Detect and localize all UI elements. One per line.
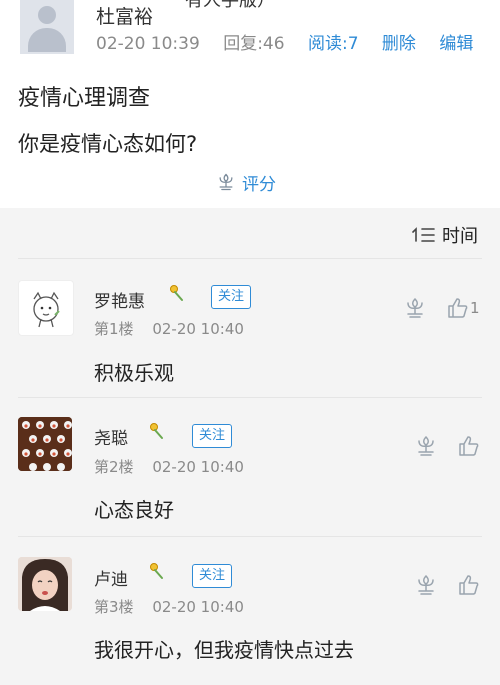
author-avatar[interactable] [20,0,74,54]
reply-author-name[interactable]: 尧聪 [94,424,128,449]
reply-floor: 第3楼 [94,598,134,616]
reply-floor: 第1楼 [94,320,134,338]
post-top-fragment: 有人手版） [185,0,275,11]
post-question: 你是疫情心态如何? [18,132,198,156]
reply-author-name[interactable]: 卢迪 [94,565,128,590]
post-card: 有人手版） 杜富裕 02-20 10:39 回复:46 阅读:7 删除 编辑 疫… [0,0,500,208]
flower-icon[interactable] [414,573,438,597]
reply-date: 02-20 10:40 [152,458,244,476]
delete-link[interactable]: 删除 [382,34,416,54]
rate-label: 评分 [242,174,276,195]
sort-toggle[interactable]: 时间 [412,222,478,248]
level-badge-icon [150,563,163,579]
avatar-head-icon [38,6,56,24]
thumbs-up-icon [459,575,479,595]
divider [18,258,482,259]
like-count: 1 [470,299,480,317]
level-badge-icon [170,285,183,301]
reply-floor: 第2楼 [94,458,134,476]
reply-date: 02-20 10:40 [152,320,244,338]
flower-icon [219,173,233,191]
read-count[interactable]: 阅读:7 [308,34,359,54]
like-button[interactable]: 1 [446,296,480,320]
sort-label: 时间 [442,226,478,247]
photo-avatar-icon [18,557,72,611]
reply-author-name[interactable]: 罗艳惠 [94,287,145,312]
sort-icon [412,227,435,242]
reply-meta: 第3楼 02-20 10:40 [94,596,258,617]
thumbs-up-icon [459,436,479,456]
reply-content: 积极乐观 [94,361,174,385]
post-meta: 02-20 10:39 回复:46 阅读:7 删除 编辑 [96,29,491,54]
flower-icon[interactable] [403,296,427,320]
reply-count: 回复:46 [223,34,285,54]
avatar[interactable] [18,417,72,471]
reply-meta: 第1楼 02-20 10:40 [94,318,258,339]
divider [18,397,482,398]
reply-item: 尧聪 关注 第2楼 02-20 10:40 心态良好 [0,405,500,545]
rate-button[interactable]: 评分 [216,170,276,195]
flower-icon[interactable] [414,434,438,458]
pattern-avatar-icon [18,417,72,471]
avatar[interactable] [18,280,74,336]
like-button[interactable] [457,573,481,597]
reply-content: 我很开心，但我疫情快点过去 [94,638,354,662]
level-badge-icon [150,423,163,439]
post-title: 疫情心理调查 [18,86,151,111]
reply-item: 卢迪 关注 第3楼 02-20 10:40 我很开心，但我疫情快点过去 [0,545,500,685]
author-name[interactable]: 杜富裕 [96,2,153,29]
divider [18,536,482,537]
avatar-body-icon [28,28,66,52]
reply-content: 心态良好 [94,498,174,522]
avatar[interactable] [18,557,72,611]
like-button[interactable] [457,434,481,458]
follow-button[interactable]: 关注 [211,285,252,309]
reply-item: 罗艳惠 关注 第1楼 02-20 10:40 积极乐观 1 [0,270,500,410]
cartoon-avatar-icon [33,291,60,328]
post-date: 02-20 10:39 [96,34,200,54]
follow-button[interactable]: 关注 [192,564,233,588]
thumbs-up-icon [448,298,468,318]
reply-meta: 第2楼 02-20 10:40 [94,456,258,477]
follow-button[interactable]: 关注 [192,424,233,448]
edit-link[interactable]: 编辑 [439,34,473,54]
reply-date: 02-20 10:40 [152,598,244,616]
